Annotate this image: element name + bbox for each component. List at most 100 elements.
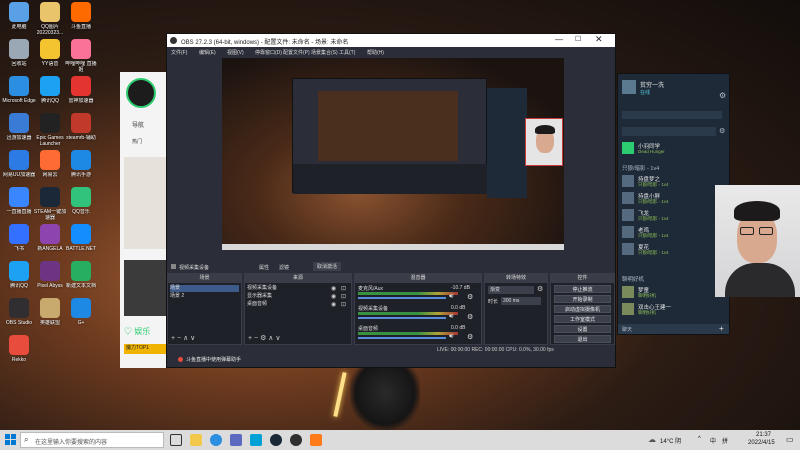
steam-icon[interactable] <box>270 434 282 446</box>
friend-list-item[interactable]: 持盘小胖 只狼/暗影 - 1v4 <box>622 191 726 205</box>
weather-text[interactable]: 14°C 阴 <box>660 436 681 445</box>
add-chat-icon[interactable]: + <box>719 324 724 333</box>
clock-date[interactable]: 2022/4/15 <box>748 440 775 446</box>
friend-list-item[interactable]: 梦童 聊明好机 <box>622 285 726 299</box>
desktop-icon[interactable]: 此电脑 <box>2 2 36 36</box>
menu-item[interactable]: 停靠窗口(D) <box>255 49 282 56</box>
desktop-icon[interactable]: 腾讯QQ <box>2 261 36 295</box>
settings-gear-icon[interactable]: ⚙ <box>719 91 726 100</box>
volume-slider[interactable] <box>358 337 446 339</box>
visibility-eye-icon[interactable]: ◉ <box>331 301 336 308</box>
virtual-camera-button[interactable]: 启动虚拟摄像机 <box>554 305 611 313</box>
desktop-icon[interactable]: 腾讯QQ <box>33 76 67 110</box>
menu-item[interactable]: 帮助(H) <box>367 49 384 56</box>
desktop-icon[interactable]: Pixel Abyss <box>33 261 67 295</box>
tray-item[interactable]: 拼 <box>722 436 728 445</box>
desktop-icon[interactable]: 网易云 <box>33 150 67 184</box>
nav-link[interactable]: 导航 <box>132 120 144 129</box>
lock-icon[interactable]: ⊡ <box>341 301 346 308</box>
settings-button[interactable]: 设置 <box>554 325 611 333</box>
taskbar-search-input[interactable]: ⌕ 在这里输入你要搜索的内容 <box>20 432 164 448</box>
friends-search-input[interactable] <box>622 111 722 119</box>
desktop-icon[interactable]: Rekko <box>2 335 36 369</box>
speaker-icon[interactable]: 🔊︎ <box>449 333 453 341</box>
volume-slider[interactable] <box>358 317 446 319</box>
desktop-icon[interactable]: G+ <box>64 298 98 332</box>
desktop-icon[interactable]: 腾讯手游 <box>64 150 98 184</box>
start-recording-button[interactable]: 开始录制 <box>554 295 611 303</box>
desktop-icon[interactable]: Microsoft Edge <box>2 76 36 110</box>
hot-link[interactable]: 热门 <box>132 138 142 145</box>
chat-bar[interactable]: 聊天 + <box>618 324 729 334</box>
duration-input[interactable]: 300 ms <box>501 297 541 305</box>
close-button[interactable]: ✕ <box>595 34 603 45</box>
menu-item[interactable]: 配置文件(P) <box>283 49 310 56</box>
desktop-icon[interactable]: steamrb-辅助 <box>64 113 98 147</box>
menu-item[interactable]: 工具(T) <box>339 49 355 56</box>
desktop-icon[interactable]: 新ANGELA <box>33 224 67 258</box>
desktop-icon[interactable]: 英雄联盟 <box>33 298 67 332</box>
tray-item[interactable]: ^ <box>698 436 701 442</box>
edge-icon[interactable] <box>210 434 222 446</box>
deactivate-button[interactable]: 取消激活 <box>313 262 342 271</box>
menu-item[interactable]: 编辑(E) <box>199 49 216 56</box>
friend-list-item[interactable]: 持盘梦之 只狼/暗影 - 1v4 <box>622 174 726 188</box>
volume-slider[interactable] <box>358 297 446 299</box>
friend-list-item[interactable]: 夏花 只狼/暗影 - 1v4 <box>622 242 726 256</box>
start-button[interactable] <box>5 434 16 445</box>
video-thumbnail[interactable] <box>124 260 168 316</box>
bilibili-icon[interactable] <box>250 434 262 446</box>
notification-icon[interactable]: ▭ <box>786 435 794 444</box>
mixer-settings-icon[interactable]: ⚙ <box>467 293 473 301</box>
transition-select[interactable]: 渐变 <box>488 286 534 294</box>
lock-icon[interactable]: ⊡ <box>341 293 346 300</box>
desktop-icon[interactable]: QQ音乐 <box>64 187 98 221</box>
scene-item[interactable]: 场景 2 <box>170 293 239 300</box>
search-bar[interactable] <box>622 127 716 136</box>
visibility-eye-icon[interactable]: ◉ <box>331 285 336 292</box>
game-section-header[interactable]: 只狼/暗影 - 1v4 <box>622 164 659 172</box>
speaker-icon[interactable]: 🔊︎ <box>449 293 453 301</box>
scene-controls[interactable]: + − ∧ ∨ <box>171 334 195 342</box>
desktop-icon[interactable]: 哔哩哔哩 直播姬 <box>64 39 98 73</box>
desktop-icon[interactable]: BATTLE.NET <box>64 224 98 258</box>
store-icon[interactable] <box>230 434 242 446</box>
desktop-icon[interactable]: 一直播直播 <box>2 187 36 221</box>
filters-button[interactable]: 滤镜 <box>279 264 289 271</box>
friend-list-item[interactable]: 双击心王建一 聊明好机 <box>622 302 726 316</box>
menu-item[interactable]: 文件(F) <box>171 49 187 56</box>
visibility-eye-icon[interactable]: ◉ <box>331 293 336 300</box>
desktop-icon[interactable]: 新建文本文档 <box>64 261 98 295</box>
maximize-button[interactable]: ☐ <box>575 35 581 43</box>
video-thumbnail[interactable] <box>124 157 168 249</box>
speaker-icon[interactable]: 🔊︎ <box>449 313 453 321</box>
stop-streaming-button[interactable]: 停止推流 <box>554 285 611 293</box>
studio-mode-button[interactable]: 工作室模式 <box>554 315 611 323</box>
minimize-button[interactable]: — <box>555 35 563 44</box>
desktop-icon[interactable]: 雷神加速器 <box>64 76 98 110</box>
obs-preview[interactable] <box>222 58 564 250</box>
menu-item[interactable]: 场景集合(S) <box>311 49 338 56</box>
clock-time[interactable]: 21:37 <box>756 432 771 438</box>
task-view-icon[interactable] <box>170 434 182 446</box>
source-controls[interactable]: + − ⚙ ∧ ∨ <box>248 334 280 342</box>
menu-item[interactable]: 视图(V) <box>227 49 244 56</box>
transition-settings-icon[interactable]: ⚙ <box>537 285 543 293</box>
desktop-icon[interactable]: QQ图片20220323... <box>33 2 67 36</box>
mixer-settings-icon[interactable]: ⚙ <box>467 313 473 321</box>
desktop-icon[interactable]: 回收站 <box>2 39 36 73</box>
featured-friend[interactable]: 小羽同学 Dead Hunger <box>622 141 726 155</box>
scene-item[interactable]: 场景 <box>170 285 239 292</box>
add-friend-icon[interactable]: ⚙ <box>719 127 725 135</box>
douyu-icon[interactable] <box>310 434 322 446</box>
desktop-icon[interactable]: 网易UU加速器 <box>2 150 36 184</box>
obs-icon[interactable] <box>290 434 302 446</box>
desktop-icon[interactable]: 斗鱼直播 <box>64 2 98 36</box>
lock-icon[interactable]: ⊡ <box>341 285 346 292</box>
desktop-icon[interactable]: 飞书 <box>2 224 36 258</box>
desktop-icon[interactable]: Epic Games Launcher <box>33 113 67 147</box>
friend-list-item[interactable]: 飞龙 只狼/暗影 - 1v4 <box>622 208 726 222</box>
friend-list-item[interactable]: 老鸡 只狼/暗影 - 1v4 <box>622 225 726 239</box>
mixer-settings-icon[interactable]: ⚙ <box>467 333 473 341</box>
desktop-icon[interactable]: STEAM一键加速器 <box>33 187 67 221</box>
